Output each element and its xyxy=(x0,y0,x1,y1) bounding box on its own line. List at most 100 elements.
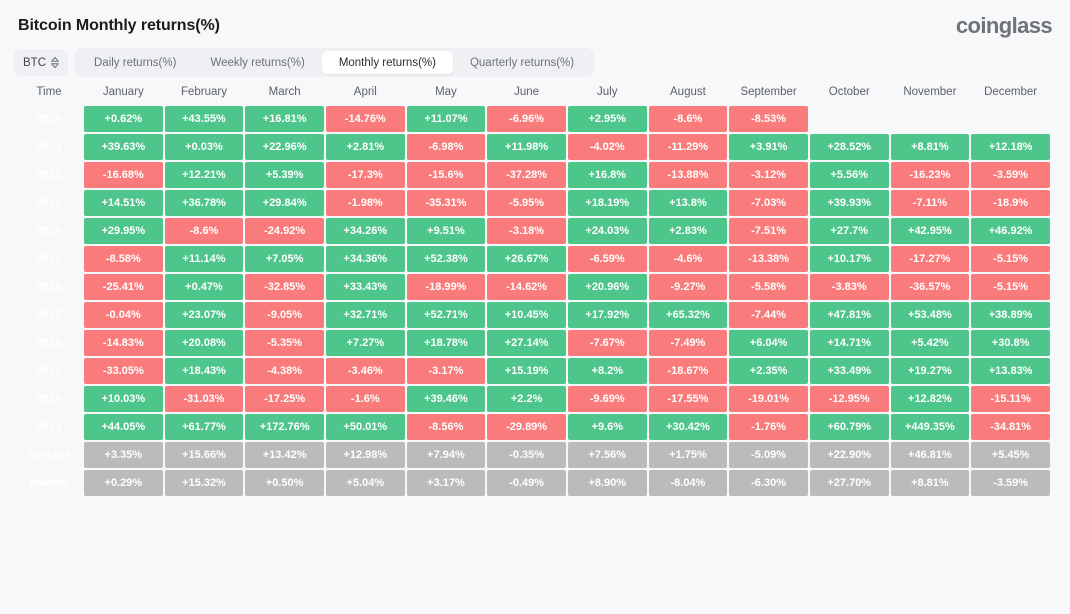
return-cell: -7.11% xyxy=(890,190,970,216)
row-label: 2023 xyxy=(36,141,62,153)
return-cell: -8.6% xyxy=(648,106,728,132)
return-cell: +32.71% xyxy=(325,302,405,328)
return-cell: -3.59% xyxy=(971,162,1050,188)
return-cell: -4.6% xyxy=(648,246,728,272)
return-cell: +60.79% xyxy=(809,414,889,440)
return-cell: +43.55% xyxy=(164,106,244,132)
tab-weekly-returns[interactable]: Weekly returns(%) xyxy=(193,51,321,74)
return-cell: -37.28% xyxy=(487,162,566,188)
return-cell: -5.15% xyxy=(971,274,1050,300)
return-cell: -29.89% xyxy=(487,414,566,440)
tab-daily-returns[interactable]: Daily returns(%) xyxy=(77,51,193,74)
return-cell: +29.95% xyxy=(84,218,163,244)
table-row: 2023 +39.63% +0.03% +22.96% +2.81% -6.98% +11.… xyxy=(16,134,1050,160)
return-cell: -7.51% xyxy=(729,218,808,244)
table-body: 2024 +0.62% +43.55% +16.81% -14.76% +11.07% -6… xyxy=(16,106,1050,496)
table-row: 2021 +14.51% +36.78% +29.84% -1.98% -35.31% -5… xyxy=(16,190,1050,216)
return-cell: +26.67% xyxy=(487,246,566,272)
return-cell: +15.19% xyxy=(487,358,566,384)
return-cell: +19.27% xyxy=(890,358,970,384)
return-cell: -3.12% xyxy=(729,162,808,188)
tab-monthly-returns[interactable]: Monthly returns(%) xyxy=(321,51,453,74)
return-cell xyxy=(891,106,970,132)
column-header-august: August xyxy=(670,86,706,98)
return-cell: -0.49% xyxy=(487,470,566,496)
return-cell: -34.81% xyxy=(971,414,1050,440)
return-cell: -1.76% xyxy=(729,414,808,440)
return-cell: -12.95% xyxy=(809,386,889,412)
return-cell: -33.05% xyxy=(84,358,163,384)
return-cell: -17.3% xyxy=(325,162,405,188)
return-cell: -3.17% xyxy=(406,358,486,384)
page-title: Bitcoin Monthly returns(%) xyxy=(18,17,220,34)
return-cell: -17.55% xyxy=(648,386,728,412)
chevron-up-down-icon xyxy=(51,56,59,69)
return-cell: +8.2% xyxy=(567,358,647,384)
row-label: 2020 xyxy=(36,225,62,237)
return-cell: -0.35% xyxy=(487,442,566,468)
return-cell: +5.45% xyxy=(971,442,1050,468)
return-cell: +12.82% xyxy=(890,386,970,412)
return-cell: -14.83% xyxy=(84,330,163,356)
return-cell: -32.85% xyxy=(245,274,324,300)
return-cell: -16.68% xyxy=(84,162,163,188)
return-cell: +5.42% xyxy=(890,330,970,356)
return-cell: -15.11% xyxy=(971,386,1050,412)
table-row: 2016 -14.83% +20.08% -5.35% +7.27% +18.78% +27… xyxy=(16,330,1050,356)
return-cell: +3.91% xyxy=(729,134,808,160)
return-cell: +2.83% xyxy=(648,218,728,244)
return-cell: -16.23% xyxy=(890,162,970,188)
return-cell: -5.09% xyxy=(729,442,808,468)
return-cell: +39.93% xyxy=(809,190,889,216)
table-row: 2022 -16.68% +12.21% +5.39% -17.3% -15.6% -37.… xyxy=(16,162,1050,188)
row-label: 2022 xyxy=(36,169,62,181)
return-cell: +18.43% xyxy=(164,358,244,384)
row-label: 2024 xyxy=(36,113,62,125)
return-cell: +33.43% xyxy=(325,274,405,300)
return-cell: -6.96% xyxy=(487,106,566,132)
return-cell: +8.81% xyxy=(890,134,970,160)
return-cell: +33.49% xyxy=(809,358,889,384)
return-cell: +12.98% xyxy=(325,442,405,468)
return-cell: +6.04% xyxy=(729,330,808,356)
table-row: 2017 -0.04% +23.07% -9.05% +32.71% +52.71% +10… xyxy=(16,302,1050,328)
return-cell: -6.30% xyxy=(729,470,808,496)
return-cell: -9.69% xyxy=(567,386,647,412)
return-cell: +13.8% xyxy=(648,190,728,216)
column-header-december: December xyxy=(984,86,1038,98)
column-header-january: January xyxy=(102,86,144,98)
return-cell: +7.94% xyxy=(406,442,486,468)
row-label: Average xyxy=(27,449,71,461)
return-cell: +2.2% xyxy=(487,386,566,412)
return-cell: +34.36% xyxy=(325,246,405,272)
return-cell: +39.63% xyxy=(84,134,163,160)
symbol-selector[interactable]: BTC xyxy=(14,49,68,76)
return-cell: -6.98% xyxy=(406,134,486,160)
row-label: 2016 xyxy=(36,337,62,349)
return-cell: -13.88% xyxy=(648,162,728,188)
return-cell: -8.53% xyxy=(729,106,808,132)
return-cell: +20.96% xyxy=(567,274,647,300)
page-header: Bitcoin Monthly returns(%) coinglass xyxy=(0,0,1070,39)
return-cell: -25.41% xyxy=(84,274,163,300)
return-cell: -13.38% xyxy=(729,246,808,272)
return-cell: +12.18% xyxy=(971,134,1050,160)
table-row: 2024 +0.62% +43.55% +16.81% -14.76% +11.07% -6… xyxy=(16,106,1050,132)
return-cell: +27.14% xyxy=(487,330,566,356)
return-cell: -4.38% xyxy=(245,358,324,384)
return-cell: -18.99% xyxy=(406,274,486,300)
return-cell: +36.78% xyxy=(164,190,244,216)
return-cell: -31.03% xyxy=(164,386,244,412)
column-header-november: November xyxy=(903,86,957,98)
return-cell: +38.89% xyxy=(971,302,1050,328)
tab-quarterly-returns[interactable]: Quarterly returns(%) xyxy=(453,51,591,74)
return-cell: +24.03% xyxy=(567,218,647,244)
return-cell: +14.51% xyxy=(84,190,163,216)
return-cell: -5.95% xyxy=(487,190,566,216)
return-cell: +27.7% xyxy=(809,218,889,244)
return-cell: +10.17% xyxy=(809,246,889,272)
return-cell: +0.50% xyxy=(245,470,324,496)
return-cell: +42.95% xyxy=(890,218,970,244)
column-header-september: September xyxy=(740,86,797,98)
return-cell xyxy=(971,106,1050,132)
